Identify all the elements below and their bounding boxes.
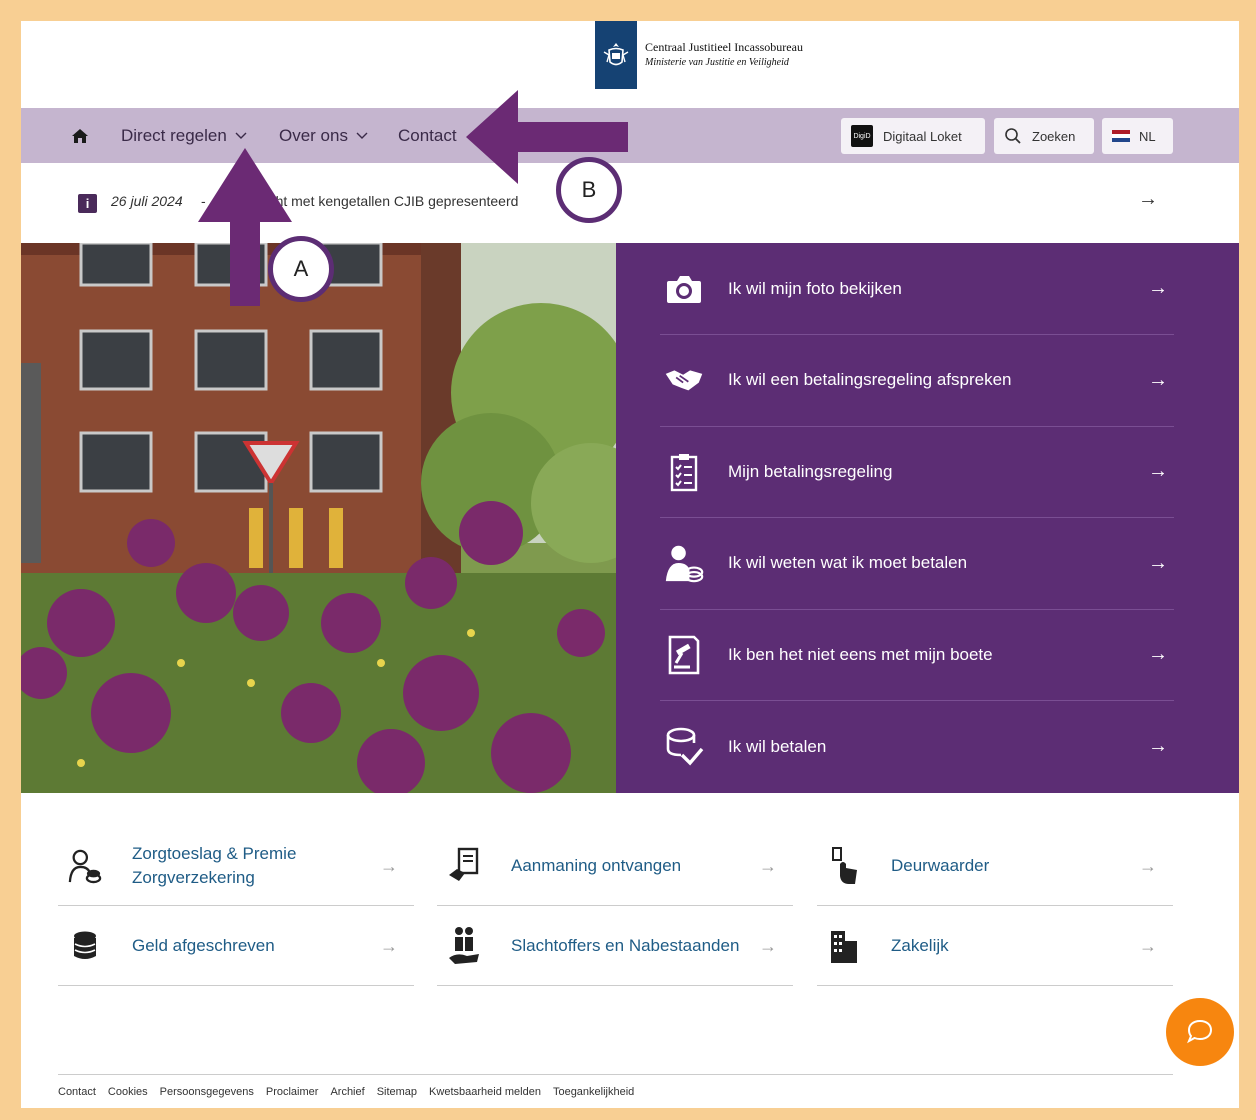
annotation-label-b: B	[556, 157, 622, 223]
annotation-label-a: A	[268, 236, 334, 302]
annotation-arrows	[198, 90, 628, 306]
